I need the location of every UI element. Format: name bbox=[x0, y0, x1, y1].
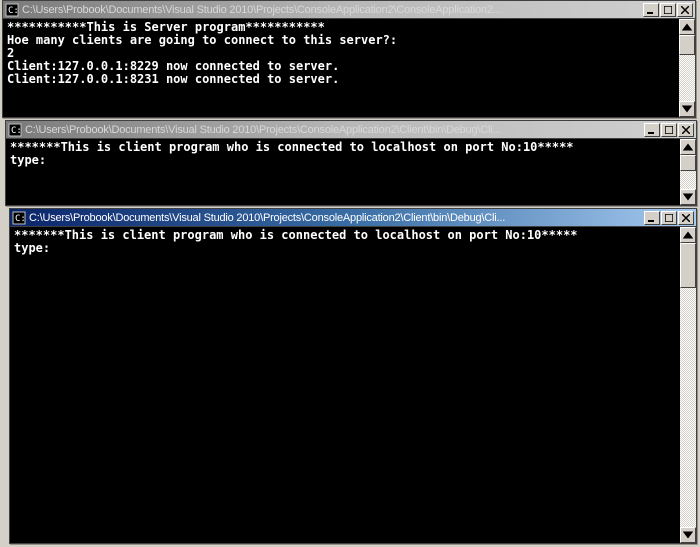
app-icon: C: bbox=[12, 211, 26, 225]
scroll-track[interactable] bbox=[680, 243, 696, 527]
window-title: C:\Users\Probook\Documents\Visual Studio… bbox=[29, 212, 644, 224]
svg-text:C:: C: bbox=[8, 6, 19, 16]
vertical-scrollbar[interactable] bbox=[680, 139, 696, 205]
titlebar-client2[interactable]: C: C:\Users\Probook\Documents\Visual Stu… bbox=[10, 209, 696, 227]
scroll-track[interactable] bbox=[680, 155, 696, 189]
console-line: ***********This is Server program*******… bbox=[7, 20, 325, 34]
close-button[interactable] bbox=[677, 3, 693, 17]
vertical-scrollbar[interactable] bbox=[679, 19, 695, 117]
scroll-thumb[interactable] bbox=[680, 243, 696, 288]
window-controls bbox=[644, 211, 694, 225]
scroll-thumb[interactable] bbox=[679, 35, 695, 55]
vertical-scrollbar[interactable] bbox=[680, 227, 696, 543]
console-line: type: bbox=[14, 241, 50, 255]
console-line: Hoe many clients are going to connect to… bbox=[7, 33, 397, 47]
scroll-down-button[interactable] bbox=[679, 101, 695, 117]
maximize-button[interactable] bbox=[661, 123, 677, 137]
client1-console-window: C: C:\Users\Probook\Documents\Visual Stu… bbox=[5, 120, 697, 206]
svg-text:C:: C: bbox=[11, 126, 22, 136]
server-console-window: C: C:\Users\Probook\Documents\Visual Stu… bbox=[2, 0, 696, 118]
console-line: Client:127.0.0.1:8231 now connected to s… bbox=[7, 72, 339, 86]
console-output: ***********This is Server program*******… bbox=[3, 19, 679, 117]
maximize-button[interactable] bbox=[660, 3, 676, 17]
console-line: *******This is client program who is con… bbox=[14, 228, 578, 242]
window-controls bbox=[643, 3, 693, 17]
console-line: *******This is client program who is con… bbox=[10, 140, 574, 154]
scroll-up-button[interactable] bbox=[679, 19, 695, 35]
console-line: type: bbox=[10, 153, 46, 167]
minimize-button[interactable] bbox=[644, 211, 660, 225]
maximize-button[interactable] bbox=[661, 211, 677, 225]
scroll-down-button[interactable] bbox=[680, 527, 696, 543]
scroll-up-button[interactable] bbox=[680, 227, 696, 243]
window-title: C:\Users\Probook\Documents\Visual Studio… bbox=[22, 4, 643, 16]
scroll-up-button[interactable] bbox=[680, 139, 696, 155]
minimize-button[interactable] bbox=[644, 123, 660, 137]
minimize-button[interactable] bbox=[643, 3, 659, 17]
window-controls bbox=[644, 123, 694, 137]
titlebar-client1[interactable]: C: C:\Users\Probook\Documents\Visual Stu… bbox=[6, 121, 696, 139]
scroll-down-button[interactable] bbox=[680, 189, 696, 205]
console-output: *******This is client program who is con… bbox=[10, 227, 680, 543]
console-output: *******This is client program who is con… bbox=[6, 139, 680, 205]
client2-console-window: C: C:\Users\Probook\Documents\Visual Stu… bbox=[9, 208, 697, 544]
console-line: Client:127.0.0.1:8229 now connected to s… bbox=[7, 59, 339, 73]
app-icon: C: bbox=[5, 3, 19, 17]
scroll-track[interactable] bbox=[679, 35, 695, 101]
close-button[interactable] bbox=[678, 123, 694, 137]
window-title: C:\Users\Probook\Documents\Visual Studio… bbox=[25, 124, 644, 136]
app-icon: C: bbox=[8, 123, 22, 137]
svg-text:C:: C: bbox=[15, 214, 26, 224]
titlebar-server[interactable]: C: C:\Users\Probook\Documents\Visual Stu… bbox=[3, 1, 695, 19]
close-button[interactable] bbox=[678, 211, 694, 225]
scroll-thumb[interactable] bbox=[680, 155, 696, 171]
console-line: 2 bbox=[7, 46, 14, 60]
